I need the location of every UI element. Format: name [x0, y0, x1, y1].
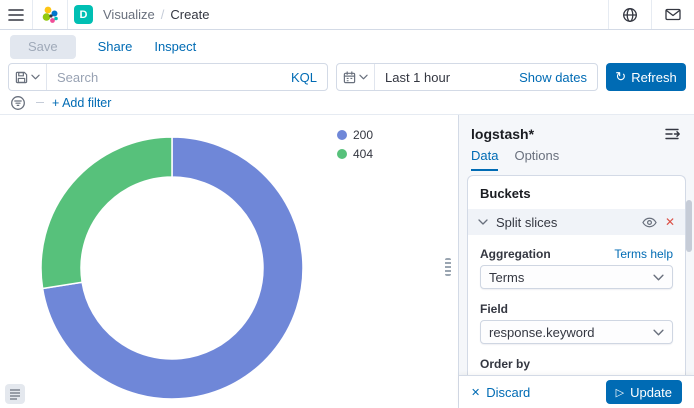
chevron-down-icon [359, 74, 368, 80]
visualization-area: 200404 [0, 115, 458, 408]
legend-label: 404 [353, 147, 373, 161]
calendar-icon [343, 71, 356, 84]
scrollbar-thumb[interactable] [686, 200, 692, 252]
update-play-icon: ▷ [616, 386, 624, 399]
legend-toggle-button[interactable] [5, 384, 25, 404]
main-content: 200404 logstash* Data Options Buckets [0, 115, 694, 408]
legend-dot [337, 130, 347, 140]
editor-panel: logstash* Data Options Buckets Split sli… [458, 115, 694, 408]
show-dates-button[interactable]: Show dates [509, 70, 597, 85]
visualize-toolbar: Save Share Inspect [0, 30, 694, 63]
mail-button[interactable] [652, 0, 694, 29]
aggregation-select[interactable]: Terms [480, 265, 673, 289]
chevron-down-icon [31, 74, 40, 80]
chevron-down-icon [653, 274, 664, 281]
globe-icon [622, 7, 638, 23]
search-input[interactable] [47, 70, 281, 85]
filter-icon[interactable] [10, 95, 26, 111]
buckets-title: Buckets [468, 176, 685, 209]
top-header: D Visualize / Create [0, 0, 694, 30]
save-query-icon [15, 71, 28, 84]
chevron-down-icon [478, 219, 488, 225]
save-button[interactable]: Save [10, 35, 76, 59]
share-button[interactable]: Share [98, 39, 133, 54]
aggregation-value: Terms [489, 270, 653, 285]
hamburger-icon [8, 9, 24, 21]
refresh-label: Refresh [631, 70, 677, 85]
tab-data[interactable]: Data [471, 148, 498, 171]
chevron-down-icon [653, 329, 664, 336]
donut-chart[interactable] [0, 115, 458, 408]
breadcrumb-visualize[interactable]: Visualize [103, 7, 155, 22]
remove-bucket-icon[interactable]: ✕ [665, 216, 675, 228]
field-label: Field [480, 302, 508, 316]
saved-query-menu-button[interactable] [9, 64, 47, 90]
aggregation-group: Aggregation Terms help Terms [480, 247, 673, 289]
field-value: response.keyword [489, 325, 653, 340]
date-picker-group: Last 1 hour Show dates [336, 63, 598, 91]
header-right [608, 0, 694, 29]
header-divider [67, 0, 68, 29]
refresh-button[interactable]: ↻ Refresh [606, 63, 686, 91]
panel-resize-handle[interactable] [445, 258, 451, 276]
menu-button[interactable] [0, 0, 32, 29]
buckets-card: Buckets Split slices ✕ Aggregation Terms… [467, 175, 686, 375]
chart-legend: 200404 [337, 128, 373, 166]
space-avatar[interactable]: D [74, 5, 93, 24]
collapse-panel-button[interactable] [663, 126, 682, 142]
terms-help-link[interactable]: Terms help [614, 247, 673, 261]
update-button[interactable]: ▷ Update [606, 380, 682, 404]
discard-button[interactable]: ✕ Discard [471, 385, 530, 400]
eye-icon[interactable] [642, 217, 657, 228]
list-icon [9, 388, 21, 400]
refresh-icon: ↻ [615, 69, 626, 85]
breadcrumb-separator: / [161, 7, 165, 22]
order-by-group: Order by Metric: Count [480, 357, 673, 375]
date-quick-menu-button[interactable] [337, 64, 375, 90]
editor-panel-header: logstash* [459, 115, 694, 142]
menu-right-icon [665, 128, 680, 140]
breadcrumb: Visualize / Create [103, 7, 209, 22]
editor-footer: ✕ Discard ▷ Update [459, 375, 694, 408]
elastic-logo[interactable] [33, 5, 67, 25]
field-select[interactable]: response.keyword [480, 320, 673, 344]
bucket-form: Aggregation Terms help Terms Field [468, 235, 685, 375]
split-slices-row[interactable]: Split slices ✕ [468, 209, 685, 235]
tab-options[interactable]: Options [514, 148, 559, 171]
donut-slice-404[interactable] [41, 137, 172, 288]
index-pattern-title: logstash* [471, 126, 534, 142]
field-group: Field response.keyword [480, 302, 673, 344]
legend-dot [337, 149, 347, 159]
discard-close-icon: ✕ [471, 386, 480, 399]
order-by-label: Order by [480, 357, 530, 371]
filter-bar: + Add filter [0, 91, 694, 115]
search-group: KQL [8, 63, 328, 91]
legend-label: 200 [353, 128, 373, 142]
breadcrumb-create: Create [170, 7, 209, 22]
envelope-icon [665, 8, 681, 21]
filter-divider [36, 102, 44, 103]
inspect-button[interactable]: Inspect [154, 39, 196, 54]
elastic-logo-icon [40, 5, 60, 25]
aggregation-label: Aggregation [480, 247, 551, 261]
editor-tabs: Data Options [459, 142, 694, 171]
time-range-value[interactable]: Last 1 hour [375, 70, 509, 85]
legend-item-404[interactable]: 404 [337, 147, 373, 161]
update-label: Update [630, 385, 672, 400]
discard-label: Discard [486, 385, 530, 400]
query-language-button[interactable]: KQL [281, 70, 327, 85]
add-filter-button[interactable]: + Add filter [52, 96, 111, 110]
news-button[interactable] [609, 0, 651, 29]
query-bar: KQL Last 1 hour Show dates ↻ Refresh [0, 63, 694, 91]
legend-item-200[interactable]: 200 [337, 128, 373, 142]
bucket-row-label: Split slices [496, 215, 634, 230]
